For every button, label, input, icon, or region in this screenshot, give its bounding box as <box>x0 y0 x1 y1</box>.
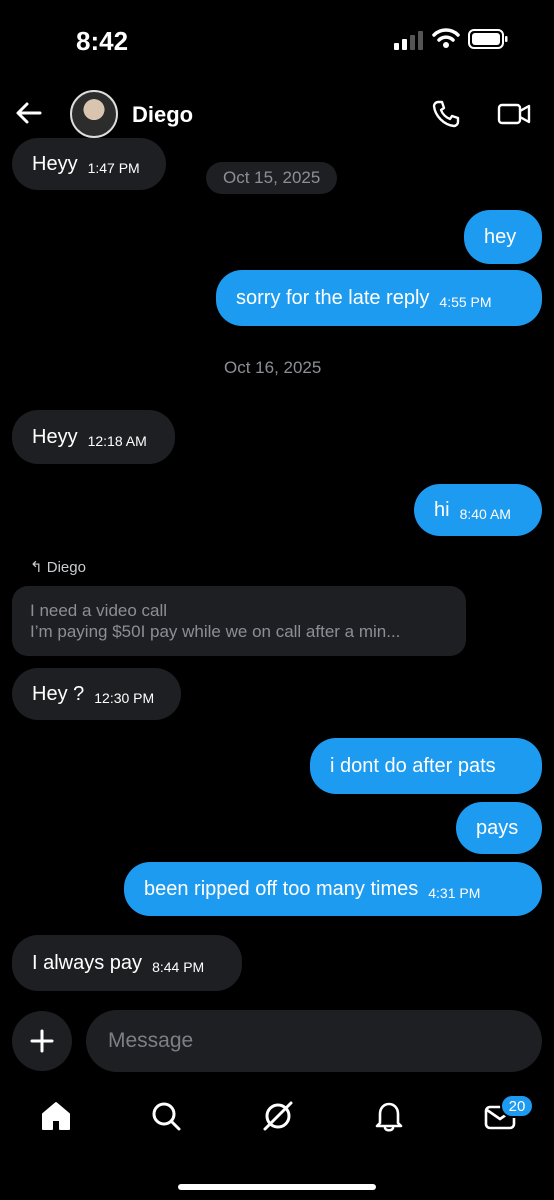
message-bubble-outgoing[interactable]: sorry for the late reply 4:55 PM <box>216 270 542 326</box>
contact-avatar[interactable] <box>70 90 118 138</box>
message-text: Heyy <box>32 425 78 448</box>
message-text: I always pay <box>32 951 143 974</box>
home-icon[interactable] <box>38 1098 74 1134</box>
quoted-line-1: I need a video call <box>30 601 168 620</box>
reply-arrow-icon: ↰ <box>30 559 43 576</box>
plus-icon <box>30 1029 54 1053</box>
message-text: been ripped off too many times <box>144 877 419 900</box>
search-icon[interactable] <box>148 1098 184 1134</box>
reply-indicator: ↰ Diego <box>30 558 86 576</box>
date-separator: Oct 15, 2025 <box>206 162 338 194</box>
date-separator: Oct 16, 2025 <box>224 358 322 377</box>
message-time: 12:30 PM <box>94 690 155 706</box>
message-time: 4:55 PM <box>439 294 492 310</box>
message-time: 8:40 AM <box>459 506 511 522</box>
message-bubble-incoming[interactable]: Hey ? 12:30 PM <box>12 668 181 720</box>
message-text: Hey ? <box>32 682 85 705</box>
message-time: 8:44 PM <box>152 959 205 975</box>
message-text: sorry for the late reply <box>236 286 430 309</box>
add-attachment-button[interactable] <box>12 1011 72 1071</box>
wifi-icon <box>432 28 460 48</box>
message-bubble-outgoing[interactable]: i dont do after pats <box>310 738 542 794</box>
message-bubble-outgoing[interactable]: hi 8:40 AM <box>414 484 542 536</box>
reply-author: Diego <box>46 559 86 576</box>
quoted-message[interactable]: I need a video call I’m paying $50I pay … <box>12 586 466 656</box>
unread-messages-badge: 20 <box>500 1094 534 1118</box>
message-bubble-incoming[interactable]: Heyy 12:18 AM <box>12 410 175 464</box>
message-bubble-outgoing[interactable]: hey <box>464 210 542 264</box>
message-time: 1:47 PM <box>87 160 140 176</box>
message-time: 12:18 AM <box>87 433 147 449</box>
message-input-placeholder: Message <box>108 1029 194 1052</box>
home-indicator <box>178 1184 376 1190</box>
quoted-line-2: I’m paying $50I pay while we on call aft… <box>30 622 401 641</box>
phone-call-icon[interactable] <box>430 98 462 130</box>
notifications-bell-icon[interactable] <box>371 1098 407 1134</box>
message-time: 4:31 PM <box>428 885 481 901</box>
message-text: hey <box>484 225 517 248</box>
message-input[interactable]: Message <box>86 1010 542 1072</box>
message-bubble-outgoing[interactable]: been ripped off too many times 4:31 PM <box>124 862 542 916</box>
contact-name[interactable]: Diego <box>132 102 193 128</box>
back-arrow-icon[interactable] <box>14 98 44 128</box>
battery-icon <box>468 29 508 49</box>
cellular-signal-icon <box>394 31 423 50</box>
message-bubble-incoming[interactable]: Heyy 1:47 PM <box>12 138 166 190</box>
video-call-icon[interactable] <box>496 98 532 130</box>
message-text: hi <box>434 498 450 521</box>
grok-icon[interactable] <box>260 1098 296 1134</box>
status-time: 8:42 <box>76 26 129 56</box>
message-bubble-incoming[interactable]: I always pay 8:44 PM <box>12 935 242 991</box>
message-text: Heyy <box>32 152 78 175</box>
message-text: i dont do after pats <box>330 754 496 777</box>
message-bubble-outgoing[interactable]: pays <box>456 802 542 854</box>
message-text: pays <box>476 816 519 839</box>
